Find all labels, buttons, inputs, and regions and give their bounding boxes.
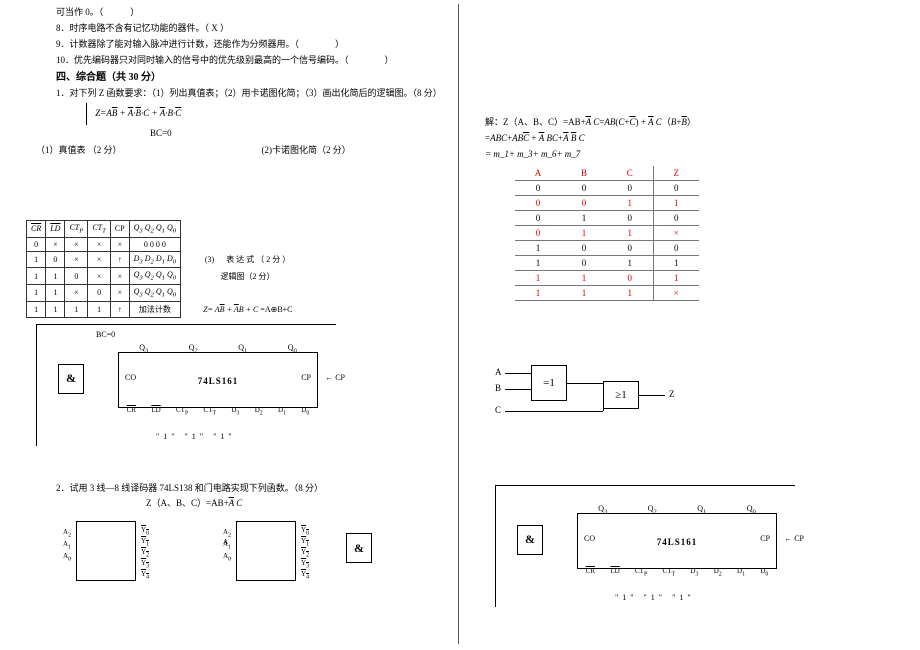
and-gate-icon: & [58, 364, 84, 394]
solution-line2: =ABC+ABC + A BC+A B C [485, 132, 891, 146]
or-gate-icon: ≥1 [603, 381, 639, 409]
bc0: BC=0 [90, 127, 432, 141]
chip-74ls161: Q3Q2Q1Q0 CO 74LS161 CP ← CP CRLDCTPCTT D… [118, 352, 318, 408]
and-gate-icon: & [517, 525, 543, 555]
truth-table: ABCZ 0000 0011 0100 011× 1000 1011 1101 … [515, 166, 699, 301]
q8: 8．时序电路不含有记忆功能的器件。（ X ） [26, 22, 432, 36]
solution-line1: 解：Z（A、B、C）=AB+A C=AB(C+C) + A C（B+B） [485, 116, 891, 130]
logic-diagram: A B C =1 ≥1 Z [495, 361, 891, 441]
and-gate-icon: & [346, 533, 372, 563]
decoder-74ls138-1: A2A1A0 Y0Y1Y2Y3Y4 [76, 521, 136, 581]
z-expr: Z=AB + A·B·C + A·B·C [26, 103, 432, 125]
chip-74ls161-right: Q3Q2Q1Q0 CO 74LS161 CP ← CP CRLDCTPCTT D… [577, 513, 777, 569]
bc0-label: BC=0 [96, 330, 115, 339]
xor-gate-icon: =1 [531, 365, 567, 401]
right-column: 解：Z（A、B、C）=AB+A C=AB(C+C) + A C（B+B） =AB… [459, 0, 917, 650]
sub2: (2)卡诺图化简（2 分） [262, 143, 351, 156]
q2: 2．试用 3 线—8 线译码器 74LS138 和门电路实现下列函数。（8 分） [26, 482, 432, 496]
left-column: 可当作 0。（ ） 8．时序电路不含有记忆功能的器件。（ X ） 9．计数器除了… [0, 0, 458, 650]
solution-line3: = m_1+ m_3+ m_6+ m_7 [485, 148, 891, 162]
q1: 1．对下列 Z 函数要求：（1）列出真值表；（2）用卡诺图化简；（3）画出化简后… [26, 87, 432, 101]
decoder-74ls138-2: A A2A1A0 Y0Y1Y2Y3Y4 [236, 521, 296, 581]
ones-label: "1" "1" "1" [615, 593, 695, 602]
q10: 10．优先编码器只对同时输入的信号中的优先级别最高的一个信号编码。（ ） [26, 54, 432, 68]
section-4-title: 四、综合题（共 30 分） [26, 70, 432, 86]
74ls161-function-table: CRLD CTPCTT CPQ3 Q2 Q1 Q0 0××××0 0 0 0 1… [26, 220, 297, 317]
sub1: （1）真值表 （2 分） [36, 143, 122, 156]
z-expr-body: AB + A·B·C + A·B·C [106, 108, 181, 118]
q2-expr: Z（A、B、C）=AB+A C [26, 497, 432, 511]
text: 可当作 0。（ ） [26, 6, 432, 20]
ones-label: "1" "1" "1" [156, 432, 236, 441]
q9: 9．计数器除了能对输入脉冲进行计数，还能作为分频器用。（ ） [26, 38, 432, 52]
